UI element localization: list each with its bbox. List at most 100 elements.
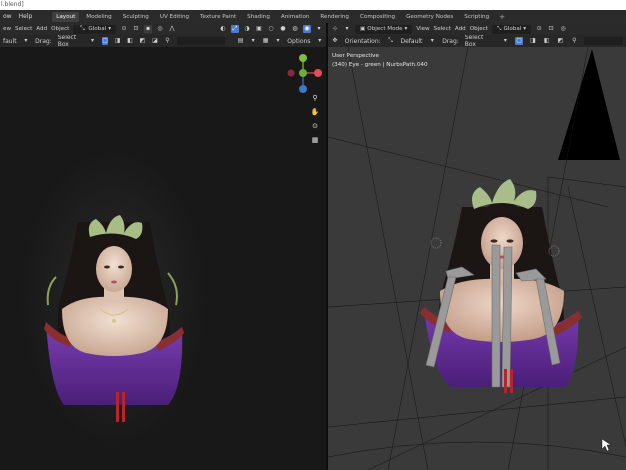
pendant [112,319,116,323]
view-perspective-label: User Perspective [332,53,379,59]
orientation-axes-icon: ⤡ [388,37,393,44]
window-title-bar: l.blend] [0,0,626,10]
select-new-icon[interactable]: ▢ [515,37,524,45]
pivot-icon[interactable]: ⊙ [535,25,543,33]
chevron-down-icon: ▾ [276,37,280,44]
shading-rendered-icon[interactable]: ◉ [303,25,311,33]
tab-shading[interactable]: Shading [243,12,274,22]
left-transform-orientation-value: Global [88,25,107,32]
axes-icon: ⤡ [79,25,85,32]
scene-icon[interactable]: ⚲ [570,37,578,45]
camera-object[interactable] [558,49,620,160]
shading-material-icon[interactable]: ◍ [291,25,299,33]
menu-help[interactable]: Help [17,13,35,20]
left-orientation-value[interactable]: fault [3,38,17,45]
tassel-right [122,392,125,422]
chevron-down-icon: ▾ [318,37,322,44]
scene-icon[interactable]: ⚲ [164,37,170,45]
gizmo-neg-x[interactable] [287,69,295,77]
axes-icon: ⤡ [496,25,502,32]
pivot-icon[interactable]: ⊙ [120,25,128,33]
grid-icon[interactable]: ▦ [310,135,320,145]
chevron-down-icon: ▾ [24,37,28,44]
right-menu-add[interactable]: Add [455,26,466,32]
chevron-down-icon: ▾ [251,37,255,44]
tab-rendering[interactable]: Rendering [316,12,353,22]
falloff-icon[interactable]: ⋀ [168,25,176,33]
mode-dropdown[interactable]: ▣ Object Mode ▾ [355,24,413,34]
chevron-down-icon: ▾ [503,37,507,44]
tab-compositing[interactable]: Compositing [356,12,399,22]
left-transform-orientation-dropdown[interactable]: ⤡ Global ▾ [73,24,117,34]
viewport-info: User Perspective (340) Eye - green | Nur… [332,52,428,70]
shading-wire-icon[interactable]: ○ [267,25,275,33]
left-menu-add[interactable]: Add [36,26,47,32]
gizmo-z-axis[interactable] [299,85,307,93]
right-menu-view[interactable]: View [416,26,429,32]
select-extend-icon[interactable]: ◨ [114,37,121,45]
select-extend-icon[interactable]: ◨ [529,37,537,45]
select-new-icon[interactable]: ▢ [101,37,109,45]
tab-texture-paint[interactable]: Texture Paint [196,12,240,22]
visibility-icon[interactable]: ◐ [219,25,227,33]
proportional-edit-icon[interactable]: ◎ [156,25,164,33]
face [481,217,523,269]
collection-icon[interactable]: ▦ [262,37,269,45]
left-tool-settings: fault ▾ Drag: Select Box ▾ ▢ ◨ ◧ ◩ ◪ ⚲ ▤… [0,35,326,47]
right-search-input[interactable] [584,37,624,45]
right-menu-object[interactable]: Object [470,26,488,32]
tab-layout[interactable]: Layout [52,11,80,22]
tab-uv-editing[interactable]: UV Editing [156,12,193,22]
left-viewport-rendered[interactable]: ⚲ ✋ ⊙ ▦ [0,47,326,470]
orientation-value[interactable]: Default [400,38,422,45]
tab-scripting[interactable]: Scripting [460,12,493,22]
tab-geometry-nodes[interactable]: Geometry Nodes [402,12,457,22]
select-subtract-icon[interactable]: ◧ [127,37,133,45]
chevron-down-icon: ▾ [404,25,408,32]
gizmo-y-axis[interactable] [299,54,307,62]
zoom-icon[interactable]: ⚲ [310,93,320,103]
transform-tool-icon[interactable]: ✥ [331,37,339,45]
select-subtract-icon[interactable]: ◧ [543,37,551,45]
proportional-edit-icon[interactable]: ◎ [559,25,567,33]
select-invert-icon[interactable]: ◩ [139,37,146,45]
snap-icon[interactable]: ⊡ [132,25,140,33]
gizmo-center[interactable] [299,69,307,77]
viewport-canvas [328,47,626,470]
left-drag-value[interactable]: Select Box [58,35,84,47]
window-title: l.blend] [1,1,24,8]
filter-icon[interactable]: ▤ [237,37,244,45]
gizmo-x-axis[interactable] [314,69,322,77]
editor-type-icon[interactable]: ⊹ [331,25,339,33]
right-transform-orientation-dropdown[interactable]: ⤡ Global ▾ [491,24,532,34]
navigation-gizmo[interactable] [286,53,326,101]
search-input[interactable] [176,37,226,45]
right-drag-value[interactable]: Select Box [465,35,496,47]
menu-window[interactable]: ow [1,13,14,20]
gizmo-toggle-icon[interactable]: ⤢ [231,25,239,33]
right-viewport[interactable]: User Perspective (340) Eye - green | Nur… [328,47,626,470]
snap-icon[interactable]: ⊡ [547,25,555,33]
tab-sculpting[interactable]: Sculpting [119,12,153,22]
overlay-icon[interactable]: ◑ [243,25,251,33]
options-button[interactable]: Options [287,38,310,45]
face [96,246,132,292]
snap-target-icon[interactable]: ▪ [144,25,153,33]
select-intersect-icon[interactable]: ◪ [152,37,158,45]
shading-solid-icon[interactable]: ● [279,25,287,33]
right-menu-select[interactable]: Select [434,26,451,32]
left-menu-select[interactable]: Select [15,26,32,32]
left-menu-object[interactable]: Object [51,26,69,32]
xray-icon[interactable]: ▣ [255,25,263,33]
tab-animation[interactable]: Animation [277,12,314,22]
eye-left [104,265,110,269]
left-menu-view[interactable]: ew [3,26,11,32]
shading-chevron-icon[interactable]: ▾ [315,25,323,33]
select-invert-icon[interactable]: ◩ [557,37,565,45]
camera-icon[interactable]: ⊙ [310,121,320,131]
tab-modeling[interactable]: Modeling [82,12,115,22]
add-workspace-button[interactable]: + [496,13,508,21]
object-mode-icon: ▣ [360,25,366,32]
pan-hand-icon[interactable]: ✋ [310,107,320,117]
empty-object-left[interactable] [430,237,442,249]
